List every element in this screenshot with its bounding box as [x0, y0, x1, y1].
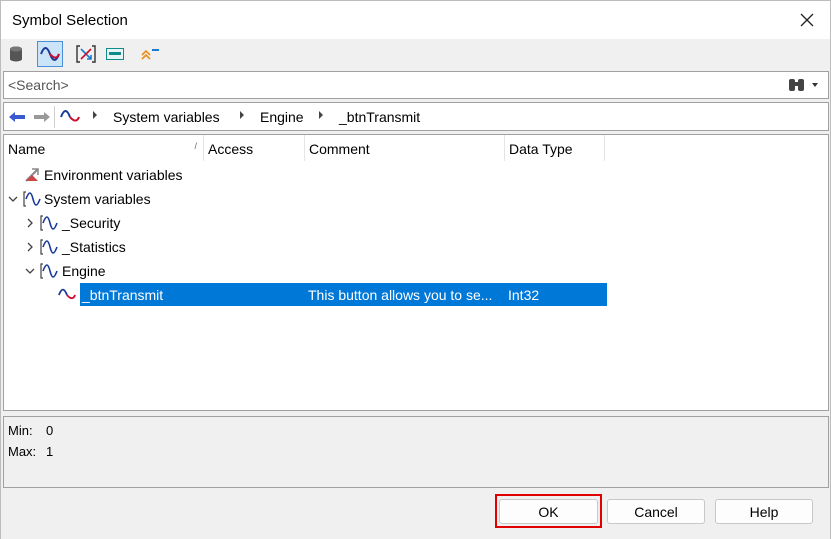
max-value: 1 [46, 444, 54, 459]
binoculars-icon [789, 79, 804, 91]
breadcrumb-item[interactable]: System variables [113, 109, 220, 125]
tree-row[interactable]: Environment variables [4, 163, 828, 187]
search-bar [3, 71, 829, 99]
expand-chevron-right-icon[interactable] [24, 217, 36, 229]
environment-variables-icon [23, 166, 41, 184]
symbol-selection-dialog: Symbol Selection <Search> System variabl… [0, 0, 831, 539]
title-bar: Symbol Selection [1, 1, 830, 39]
tree-row[interactable]: _Statistics [4, 235, 828, 259]
cancel-button[interactable]: Cancel [607, 499, 705, 524]
column-header-name[interactable]: Name / [4, 135, 204, 161]
toolbar [1, 39, 830, 69]
info-panel: Min: 0 Max: 1 [3, 416, 829, 488]
tree-row[interactable]: _Security [4, 211, 828, 235]
tree-row-selected[interactable]: _btnTransmit This button allows you to s… [4, 283, 828, 307]
tree-row-comment: This button allows you to se... [308, 287, 493, 303]
tree-row-name: _Security [62, 215, 121, 231]
help-button[interactable]: Help [715, 499, 813, 524]
ok-button-highlight [495, 494, 602, 528]
column-header-label: Access [208, 141, 254, 157]
breadcrumb-separator-icon[interactable] [240, 111, 244, 119]
separator [54, 106, 55, 128]
dialog-footer: OK Cancel Help [1, 489, 830, 539]
tree-row-name: System variables [44, 191, 151, 207]
tree-row[interactable]: Engine [4, 259, 828, 283]
tree-row-name: _btnTransmit [82, 287, 164, 303]
tree-row-data-type: Int32 [508, 287, 540, 303]
signal-wave-icon [40, 47, 60, 61]
column-header-data-type[interactable]: Data Type [505, 135, 605, 161]
tree-row-name: Engine [62, 263, 106, 279]
back-button[interactable] [8, 107, 26, 127]
column-header-label: Comment [309, 141, 370, 157]
namespace-icon [40, 262, 58, 280]
expand-chevron-down-icon[interactable] [7, 193, 19, 205]
signal-view-icon [106, 48, 124, 60]
find-button[interactable] [788, 76, 818, 94]
min-value: 0 [46, 423, 54, 438]
variable-icon [58, 286, 76, 304]
tree-row-name: Environment variables [44, 167, 183, 183]
breadcrumb-item[interactable]: _btnTransmit [339, 109, 420, 125]
column-header-label: Name [8, 141, 46, 157]
namespace-icon [40, 214, 58, 232]
forward-arrow-icon [34, 112, 50, 122]
system-variables-icon [23, 190, 41, 208]
namespace-icon [40, 238, 58, 256]
signal-wave-button[interactable] [37, 41, 63, 67]
search-input[interactable] [6, 75, 776, 95]
database-icon [10, 46, 22, 62]
signal-wave-icon [60, 110, 80, 122]
signal-view-button[interactable] [102, 41, 128, 67]
breadcrumb-separator-icon[interactable] [93, 111, 97, 119]
collapse-up-icon [141, 49, 159, 60]
breadcrumb: System variables Engine _btnTransmit [3, 102, 829, 131]
symbol-tree-table: Name / Access Comment Data Type Environm… [3, 134, 829, 411]
mapping-button[interactable] [73, 41, 99, 67]
column-header-comment[interactable]: Comment [305, 135, 505, 161]
collapse-up-button[interactable] [137, 41, 163, 67]
column-header-label: Data Type [509, 141, 573, 157]
expand-chevron-right-icon[interactable] [24, 241, 36, 253]
tree-row-name: _Statistics [62, 239, 126, 255]
mapping-icon [76, 45, 96, 63]
close-button[interactable] [784, 1, 830, 39]
back-arrow-icon [9, 112, 25, 122]
sort-indicator-icon: / [194, 141, 197, 151]
max-label: Max: [8, 444, 37, 459]
home-button[interactable] [59, 107, 81, 127]
column-header-access[interactable]: Access [204, 135, 305, 161]
breadcrumb-item[interactable]: Engine [260, 109, 304, 125]
database-button[interactable] [3, 41, 29, 67]
close-icon [800, 13, 814, 27]
forward-button[interactable] [33, 107, 51, 127]
tree-row[interactable]: System variables [4, 187, 828, 211]
dropdown-arrow-icon [812, 83, 818, 87]
expand-chevron-down-icon[interactable] [24, 265, 36, 277]
window-title: Symbol Selection [12, 12, 128, 29]
min-label: Min: [8, 423, 33, 438]
breadcrumb-separator-icon[interactable] [319, 111, 323, 119]
